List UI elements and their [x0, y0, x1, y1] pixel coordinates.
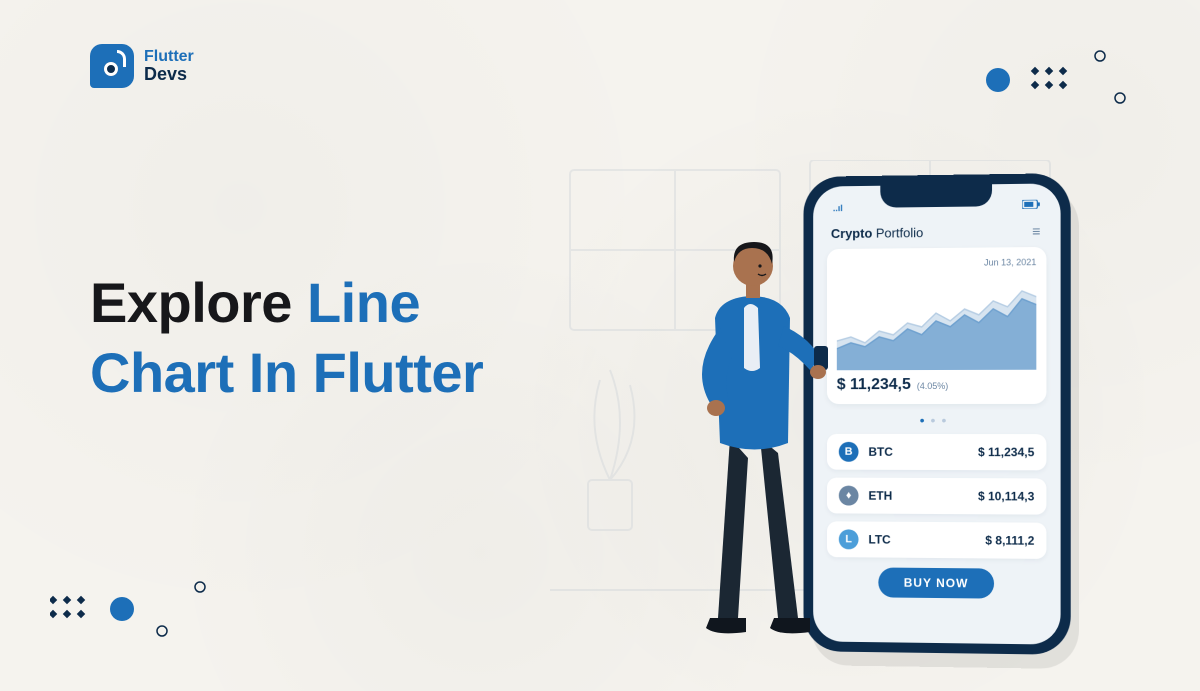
app-title-light: Portfolio [876, 225, 923, 240]
coin-row[interactable]: B BTC $ 11,234,5 [827, 434, 1046, 470]
coin-row[interactable]: ♦ ETH $ 10,114,3 [827, 478, 1046, 515]
chart-card: Jun 13, 2021 $ 11,234,5 (4.05%) [827, 247, 1046, 404]
brand-logo: Flutter Devs [90, 44, 194, 88]
headline-word-2: Line [307, 271, 420, 334]
coin-row[interactable]: L LTC $ 8,111,2 [827, 521, 1046, 559]
coin-symbol: ETH [868, 489, 892, 503]
decor-dots-top-right [970, 46, 1140, 116]
headline-word-1: Explore [90, 271, 292, 334]
coin-icon: B [839, 442, 859, 462]
coin-icon: ♦ [839, 486, 859, 506]
chart-date: Jun 13, 2021 [837, 257, 1037, 269]
pager-dot-active: • [920, 412, 931, 428]
pager-dot: • [931, 412, 942, 428]
coin-price: $ 11,234,5 [978, 445, 1034, 459]
signal-icon: ..ıl [833, 203, 843, 213]
brand-line1: Flutter [144, 49, 194, 65]
phone-screen: ..ıl Crypto Portfolio ≡ Jun 13, 2021 $ 1… [813, 183, 1060, 644]
coin-symbol: BTC [868, 445, 892, 459]
app-title-text: Crypto Portfolio [831, 225, 923, 241]
buy-now-button[interactable]: BUY NOW [878, 567, 994, 598]
coin-symbol: LTC [868, 533, 890, 547]
chart-value-row: $ 11,234,5 (4.05%) [837, 376, 1037, 394]
brand-logo-mark [90, 44, 134, 88]
chart-delta: (4.05%) [917, 381, 948, 391]
coin-price: $ 10,114,3 [978, 489, 1034, 503]
chart-value: $ 11,234,5 [837, 376, 911, 394]
app-header: Crypto Portfolio ≡ [827, 221, 1046, 249]
brand-logo-text: Flutter Devs [144, 49, 194, 83]
coin-icon: L [839, 529, 859, 549]
battery-icon [1022, 200, 1040, 211]
headline-word-3: Chart In Flutter [90, 341, 483, 404]
brand-line2: Devs [144, 65, 194, 83]
phone-mockup: ..ıl Crypto Portfolio ≡ Jun 13, 2021 $ 1… [803, 173, 1070, 655]
portfolio-line-chart [837, 271, 1037, 370]
person-illustration [660, 218, 840, 648]
page-title: Explore Line Chart In Flutter [90, 268, 483, 408]
coin-price: $ 8,111,2 [985, 533, 1034, 547]
decor-dots-bottom-left [50, 579, 240, 649]
pager-dot: • [941, 412, 952, 428]
coin-list: B BTC $ 11,234,5 ♦ ETH $ 10,114,3 L LTC $ 8,111,… [827, 434, 1046, 559]
pager-dots: ••• [827, 404, 1046, 434]
phone-notch [880, 184, 992, 207]
hamburger-icon[interactable]: ≡ [1032, 223, 1042, 239]
